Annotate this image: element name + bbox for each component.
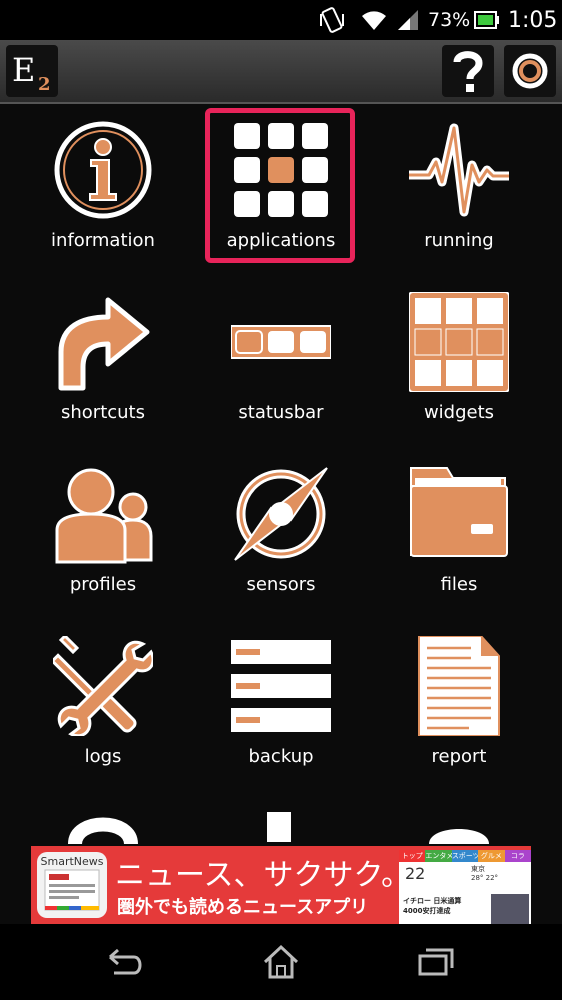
ad-phone-photo: [491, 894, 529, 924]
ad-headline: ニュース、サクサク。: [115, 858, 412, 893]
ad-phone-tabs: トップ エンタメ スポーツ グルメ コラ: [399, 850, 531, 862]
tile-statusbar[interactable]: statusbar: [192, 280, 370, 448]
power-icon: [512, 53, 548, 89]
tile-label: applications: [226, 230, 336, 251]
tile-logs[interactable]: logs: [14, 624, 192, 792]
ad-phone-headline: イチロー 日米通算: [403, 897, 462, 905]
people-icon: [55, 468, 153, 564]
e2-logo-icon: E 2: [12, 51, 51, 94]
tile-label: widgets: [423, 402, 495, 423]
action-bar: E 2: [0, 40, 562, 104]
power-button[interactable]: [504, 45, 556, 97]
partial-icon: [267, 812, 291, 842]
ad-phone-temp: 28° 22°: [471, 874, 499, 882]
tile-sensors[interactable]: sensors: [192, 452, 370, 620]
tile-label: information: [51, 230, 155, 251]
home-icon: [263, 944, 299, 979]
status-bar: 73% 1:05: [0, 0, 562, 40]
question-mark-icon: [68, 817, 138, 844]
battery-icon: [474, 0, 500, 40]
wifi-icon: [360, 0, 388, 40]
ad-phone-city: 東京: [471, 865, 485, 873]
compass-icon: [234, 467, 328, 561]
shortcut-arrow-icon: [58, 297, 150, 391]
clock: 1:05: [508, 7, 558, 33]
tile-label: running: [424, 230, 494, 251]
tile-partial[interactable]: [14, 804, 192, 844]
tile-partial[interactable]: [192, 804, 370, 844]
document-icon: [418, 636, 500, 736]
ad-phone-preview: トップ エンタメ スポーツ グルメ コラ 22 東京 28° 22° イチロー …: [399, 850, 531, 924]
tile-label: sensors: [246, 574, 316, 595]
ad-tab: コラ: [504, 850, 531, 862]
tile-profiles[interactable]: profiles: [14, 452, 192, 620]
recent-apps-button[interactable]: [414, 942, 458, 982]
ad-phone-headline2: 4000安打達成: [403, 907, 451, 915]
tile-label: backup: [248, 746, 314, 767]
tile-applications[interactable]: applications: [192, 108, 370, 276]
apps-grid-icon: [234, 123, 328, 217]
tools-icon: [53, 636, 153, 736]
help-button[interactable]: [442, 45, 494, 97]
info-icon: [54, 121, 152, 219]
tile-partial[interactable]: [370, 804, 548, 844]
ad-tab: エンタメ: [425, 850, 452, 862]
back-button[interactable]: [104, 942, 148, 982]
backup-drives-icon: [231, 640, 331, 732]
statusbar-icon: [231, 325, 331, 359]
widgets-icon: [409, 292, 509, 392]
heartbeat-icon: [409, 123, 509, 217]
svg-text:E: E: [12, 51, 35, 89]
partial-icon: [429, 829, 489, 844]
battery-percent: 73%: [428, 9, 471, 31]
tile-label: profiles: [69, 574, 137, 595]
tile-report[interactable]: report: [370, 624, 548, 792]
ad-tab: スポーツ: [451, 850, 479, 862]
ad-phone-date: 22: [405, 864, 426, 883]
tile-label: shortcuts: [61, 402, 145, 423]
recent-apps-icon: [418, 948, 454, 976]
tile-label: files: [440, 574, 478, 595]
home-button[interactable]: [259, 942, 303, 982]
tile-label: statusbar: [238, 402, 324, 423]
tile-files[interactable]: files: [370, 452, 548, 620]
ad-banner[interactable]: SmartNews ニュース、サクサク。 圏外でも読めるニュースアプリ トップ …: [31, 846, 531, 924]
tile-shortcuts[interactable]: shortcuts: [14, 280, 192, 448]
ad-tab: グルメ: [478, 850, 505, 862]
folder-icon: [410, 467, 508, 557]
app-logo[interactable]: E 2: [6, 45, 58, 97]
svg-text:2: 2: [38, 74, 51, 94]
tile-information[interactable]: information: [14, 108, 192, 276]
tile-label: report: [431, 746, 487, 767]
vibrate-icon: [318, 0, 346, 40]
signal-icon: [396, 0, 420, 40]
feature-grid: information applications running shortcu…: [0, 104, 562, 844]
tile-running[interactable]: running: [370, 108, 548, 276]
smartnews-logo: SmartNews: [37, 852, 107, 918]
back-icon: [109, 948, 142, 975]
tile-label: logs: [84, 746, 122, 767]
ad-tab: トップ: [399, 850, 426, 862]
question-icon: [453, 51, 483, 92]
tile-widgets[interactable]: widgets: [370, 280, 548, 448]
navigation-bar: [0, 924, 562, 1000]
ad-subline: 圏外でも読めるニュースアプリ: [117, 897, 369, 918]
tile-backup[interactable]: backup: [192, 624, 370, 792]
